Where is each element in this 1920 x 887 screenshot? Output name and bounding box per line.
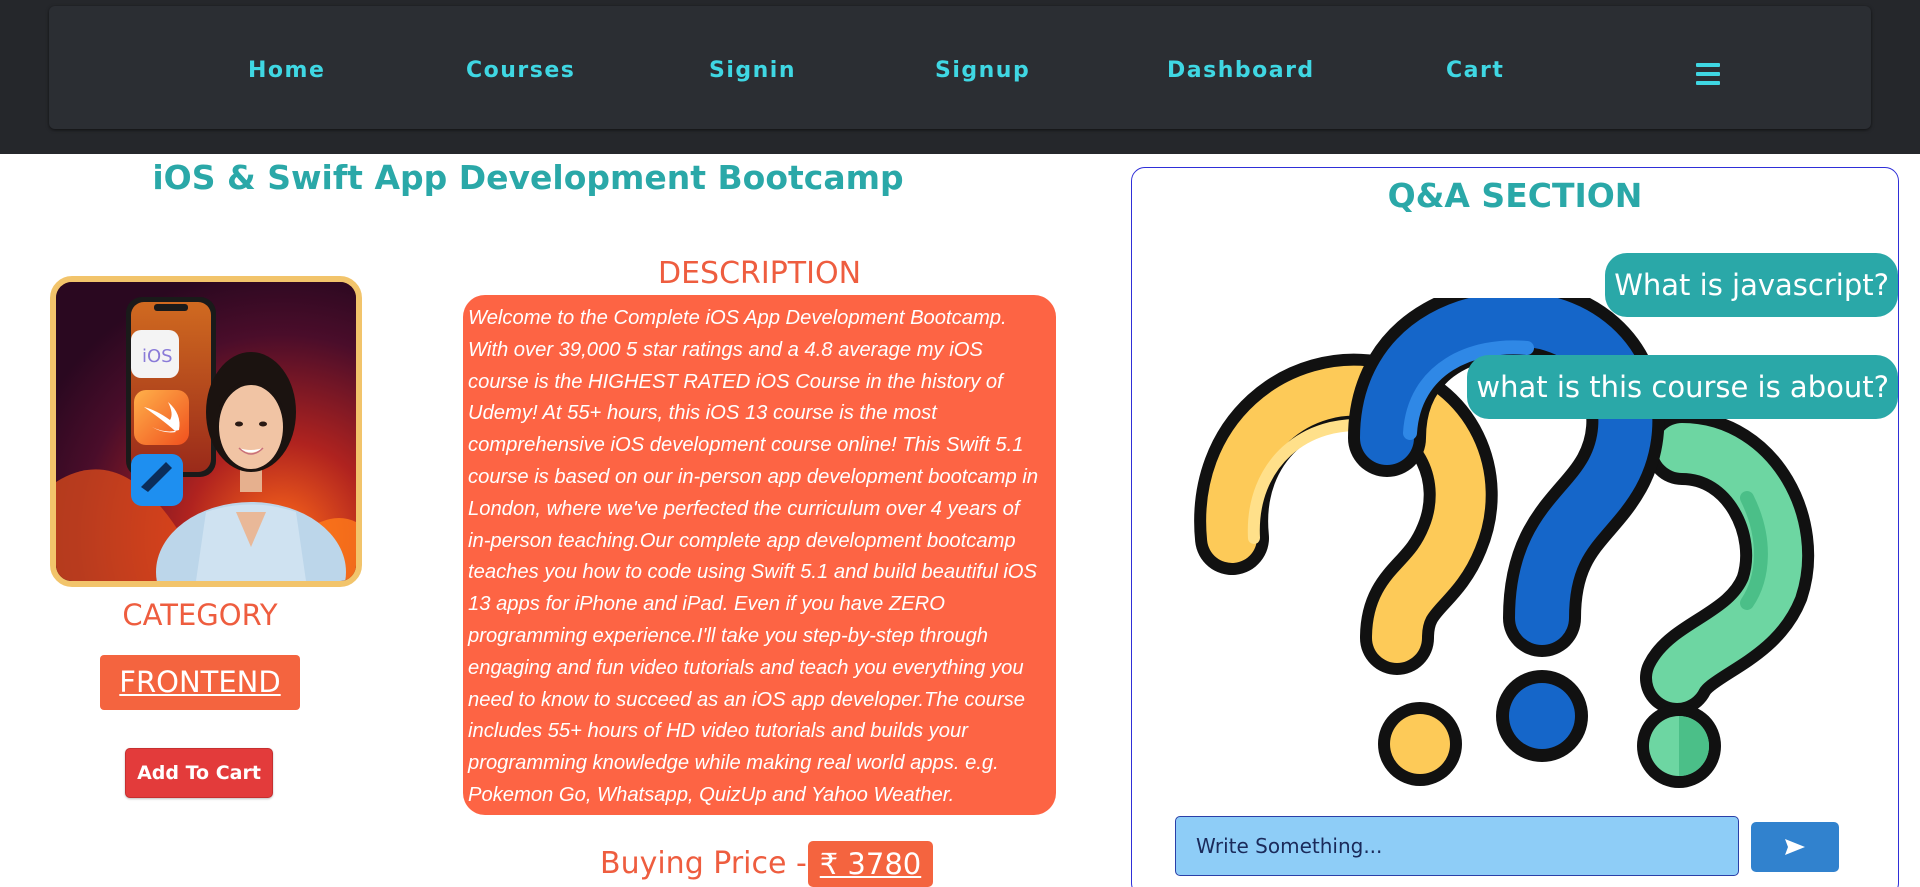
nav-signup-link[interactable]: Signup — [935, 58, 1030, 83]
qa-title: Q&A SECTION — [1387, 176, 1643, 215]
price-label: Buying Price - — [600, 846, 807, 881]
send-icon — [1785, 839, 1805, 855]
description-line: course is the HIGHEST RATED iOS Course i… — [468, 370, 1003, 393]
nav-dashboard-link[interactable]: Dashboard — [1167, 58, 1315, 83]
qa-panel: Q&A SECTION What is javascript? what is … — [1131, 167, 1899, 887]
description-line: in-person teaching.Our complete app deve… — [468, 529, 1016, 552]
description-box: Welcome to the Complete iOS App Developm… — [463, 295, 1056, 815]
question-bubble: What is javascript? — [1605, 253, 1898, 317]
description-line: includes 55+ hours of HD video tutorials… — [468, 720, 968, 743]
course-thumbnail-image: iOS — [56, 282, 356, 581]
course-title: iOS & Swift App Development Bootcamp — [152, 158, 904, 197]
description-line: Pokemon Go, Whatsapp, QuizUp and Yahoo W… — [468, 783, 955, 806]
description-line: Udemy! At 55+ hours, this iOS 13 course … — [468, 402, 937, 425]
nav-courses-link[interactable]: Courses — [466, 58, 575, 83]
qa-message-input[interactable] — [1175, 816, 1739, 876]
category-label: CATEGORY — [122, 598, 278, 632]
svg-text:iOS: iOS — [142, 346, 173, 367]
description-line: teaches you how to code using Swift 5.1 … — [468, 561, 1037, 584]
description-line: programming knowledge while making real … — [468, 752, 999, 775]
description-line: engaging and fun video tutorials and tea… — [468, 656, 1024, 679]
nav-signin-link[interactable]: Signin — [709, 58, 796, 83]
course-thumbnail: iOS — [50, 276, 362, 587]
navbar: Home Courses Signin Signup Dashboard Car… — [0, 0, 1920, 154]
hamburger-icon[interactable] — [1696, 63, 1720, 85]
send-button[interactable] — [1751, 822, 1839, 872]
description-line: Welcome to the Complete iOS App Developm… — [468, 307, 1007, 329]
navbar-inner: Home Courses Signin Signup Dashboard Car… — [49, 6, 1871, 129]
description-line: With over 39,000 5 star ratings and a 4.… — [468, 338, 983, 361]
nav-cart-link[interactable]: Cart — [1446, 58, 1504, 83]
description-line: course is based on our in-person app dev… — [468, 465, 1039, 488]
price-badge[interactable]: ₹ 3780 — [808, 841, 933, 887]
question-bubble: what is this course is about? — [1467, 355, 1898, 419]
description-line: need to know to succeed as an iOS app de… — [468, 688, 1025, 711]
description-line: programming experience.I'll take you ste… — [468, 624, 989, 647]
description-line: comprehensive iOS development course onl… — [468, 434, 1024, 457]
description-line: 13 apps for iPhone and iPad. Even if you… — [468, 593, 945, 616]
nav-home-link[interactable]: Home — [248, 58, 325, 83]
description-line: London, where we've perfected the curric… — [468, 497, 1020, 520]
category-badge[interactable]: FRONTEND — [100, 655, 300, 710]
description-heading: DESCRIPTION — [657, 256, 862, 291]
add-to-cart-button[interactable]: Add To Cart — [125, 748, 273, 798]
